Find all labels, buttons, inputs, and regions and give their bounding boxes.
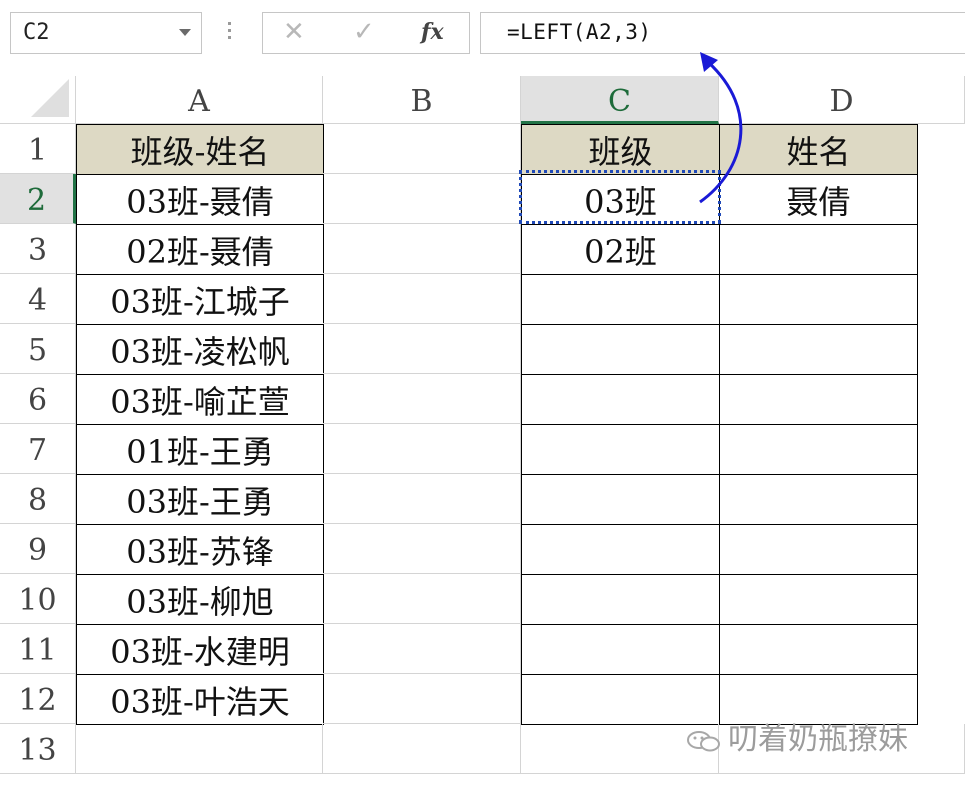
cell-c8[interactable]	[521, 474, 720, 525]
formula-text: =LEFT(A2,3)	[507, 20, 652, 44]
name-box-value: C2	[23, 20, 50, 45]
cancel-icon[interactable]: ✕	[283, 17, 305, 47]
cell-d11[interactable]	[719, 624, 918, 675]
cell-b9[interactable]	[323, 524, 521, 574]
cell-b1[interactable]	[323, 124, 521, 174]
name-box[interactable]: C2	[10, 12, 202, 54]
cell-b2[interactable]	[323, 174, 521, 224]
formula-bar-area: C2 ✕ ✓ fx =LEFT(A2,3)	[0, 0, 965, 72]
enter-icon[interactable]: ✓	[353, 17, 375, 47]
cell-c10[interactable]	[521, 574, 720, 625]
cell-d8[interactable]	[719, 474, 918, 525]
row-header-2[interactable]: 2	[0, 174, 76, 224]
cell-c7[interactable]	[521, 424, 720, 475]
cell-b12[interactable]	[323, 674, 521, 724]
cell-a9[interactable]: 03班-苏锋	[76, 524, 324, 575]
cell-b3[interactable]	[323, 224, 521, 274]
cell-b8[interactable]	[323, 474, 521, 524]
cell-d7[interactable]	[719, 424, 918, 475]
row-header-13[interactable]: 13	[0, 724, 76, 774]
formula-input[interactable]: =LEFT(A2,3)	[480, 12, 965, 54]
cell-d1[interactable]: 姓名	[719, 124, 918, 175]
cell-a6[interactable]: 03班-喻芷萱	[76, 374, 324, 425]
cell-b5[interactable]	[323, 324, 521, 374]
cell-c1[interactable]: 班级	[521, 124, 720, 175]
cell-d3[interactable]	[719, 224, 918, 275]
cell-c11[interactable]	[521, 624, 720, 675]
cell-c2[interactable]: 03班	[521, 174, 720, 225]
wechat-icon	[687, 730, 720, 751]
select-all-corner[interactable]	[0, 76, 76, 124]
cell-b7[interactable]	[323, 424, 521, 474]
cell-d9[interactable]	[719, 524, 918, 575]
cell-b10[interactable]	[323, 574, 521, 624]
watermark: 叨着奶瓶撩妹	[686, 714, 908, 758]
row-header-7[interactable]: 7	[0, 424, 76, 474]
chevron-down-icon[interactable]	[179, 29, 191, 36]
more-options-icon[interactable]	[226, 18, 232, 48]
row-header-1[interactable]: 1	[0, 124, 76, 174]
cell-c5[interactable]	[521, 324, 720, 375]
cell-c6[interactable]	[521, 374, 720, 425]
cell-a2[interactable]: 03班-聂倩	[76, 174, 324, 225]
cell-a5[interactable]: 03班-凌松帆	[76, 324, 324, 375]
formula-buttons: ✕ ✓ fx	[262, 12, 470, 54]
cell-a8[interactable]: 03班-王勇	[76, 474, 324, 525]
cell-d10[interactable]	[719, 574, 918, 625]
row-header-5[interactable]: 5	[0, 324, 76, 374]
cell-c3[interactable]: 02班	[521, 224, 720, 275]
row-header-12[interactable]: 12	[0, 674, 76, 724]
cell-c9[interactable]	[521, 524, 720, 575]
row-header-4[interactable]: 4	[0, 274, 76, 324]
column-header-c[interactable]: C	[521, 76, 719, 124]
cell-a10[interactable]: 03班-柳旭	[76, 574, 324, 625]
cell-b11[interactable]	[323, 624, 521, 674]
column-header-d[interactable]: D	[719, 76, 965, 124]
row-header-8[interactable]: 8	[0, 474, 76, 524]
cell-b13[interactable]	[323, 724, 521, 774]
cell-a4[interactable]: 03班-江城子	[76, 274, 324, 325]
cell-b4[interactable]	[323, 274, 521, 324]
cell-b6[interactable]	[323, 374, 521, 424]
cell-d2[interactable]: 聂倩	[719, 174, 918, 225]
cell-a1[interactable]: 班级-姓名	[76, 124, 324, 175]
cell-a11[interactable]: 03班-水建明	[76, 624, 324, 675]
watermark-text: 叨着奶瓶撩妹	[728, 722, 908, 757]
column-header-b[interactable]: B	[323, 76, 521, 124]
row-header-6[interactable]: 6	[0, 374, 76, 424]
row-header-10[interactable]: 10	[0, 574, 76, 624]
row-header-9[interactable]: 9	[0, 524, 76, 574]
cell-a12[interactable]: 03班-叶浩天	[76, 674, 324, 725]
cell-a3[interactable]: 02班-聂倩	[76, 224, 324, 275]
row-header-3[interactable]: 3	[0, 224, 76, 274]
column-header-a[interactable]: A	[76, 76, 323, 124]
cell-d5[interactable]	[719, 324, 918, 375]
row-header-11[interactable]: 11	[0, 624, 76, 674]
cell-a13[interactable]	[76, 724, 323, 774]
cell-d6[interactable]	[719, 374, 918, 425]
cell-c4[interactable]	[521, 274, 720, 325]
cell-a7[interactable]: 01班-王勇	[76, 424, 324, 475]
insert-function-icon[interactable]: fx	[421, 19, 444, 45]
cell-d4[interactable]	[719, 274, 918, 325]
